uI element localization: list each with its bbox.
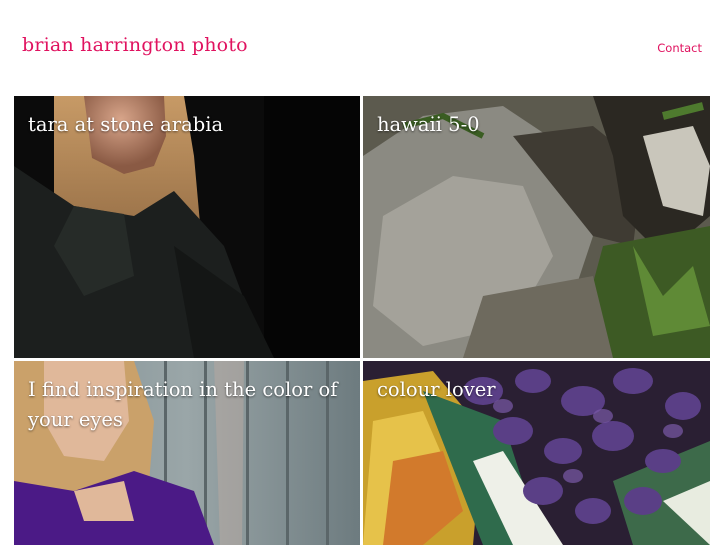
- gallery-tile-tara-at-stone-arabia[interactable]: tara at stone arabia: [14, 96, 360, 358]
- gallery-tile-color-of-your-eyes[interactable]: I find inspiration in the color of your …: [14, 361, 360, 545]
- tara-portrait-photo: [14, 96, 360, 358]
- rocks-photo: [363, 96, 710, 358]
- purple-leaves-photo: [363, 361, 710, 545]
- gallery-tile-hawaii-5-0[interactable]: hawaii 5-0: [363, 96, 710, 358]
- contact-link[interactable]: Contact: [657, 41, 702, 55]
- woman-wood-wall-photo: [14, 361, 360, 545]
- site-title[interactable]: brian harrington photo: [22, 34, 248, 56]
- gallery-tile-colour-lover[interactable]: colour lover: [363, 361, 710, 545]
